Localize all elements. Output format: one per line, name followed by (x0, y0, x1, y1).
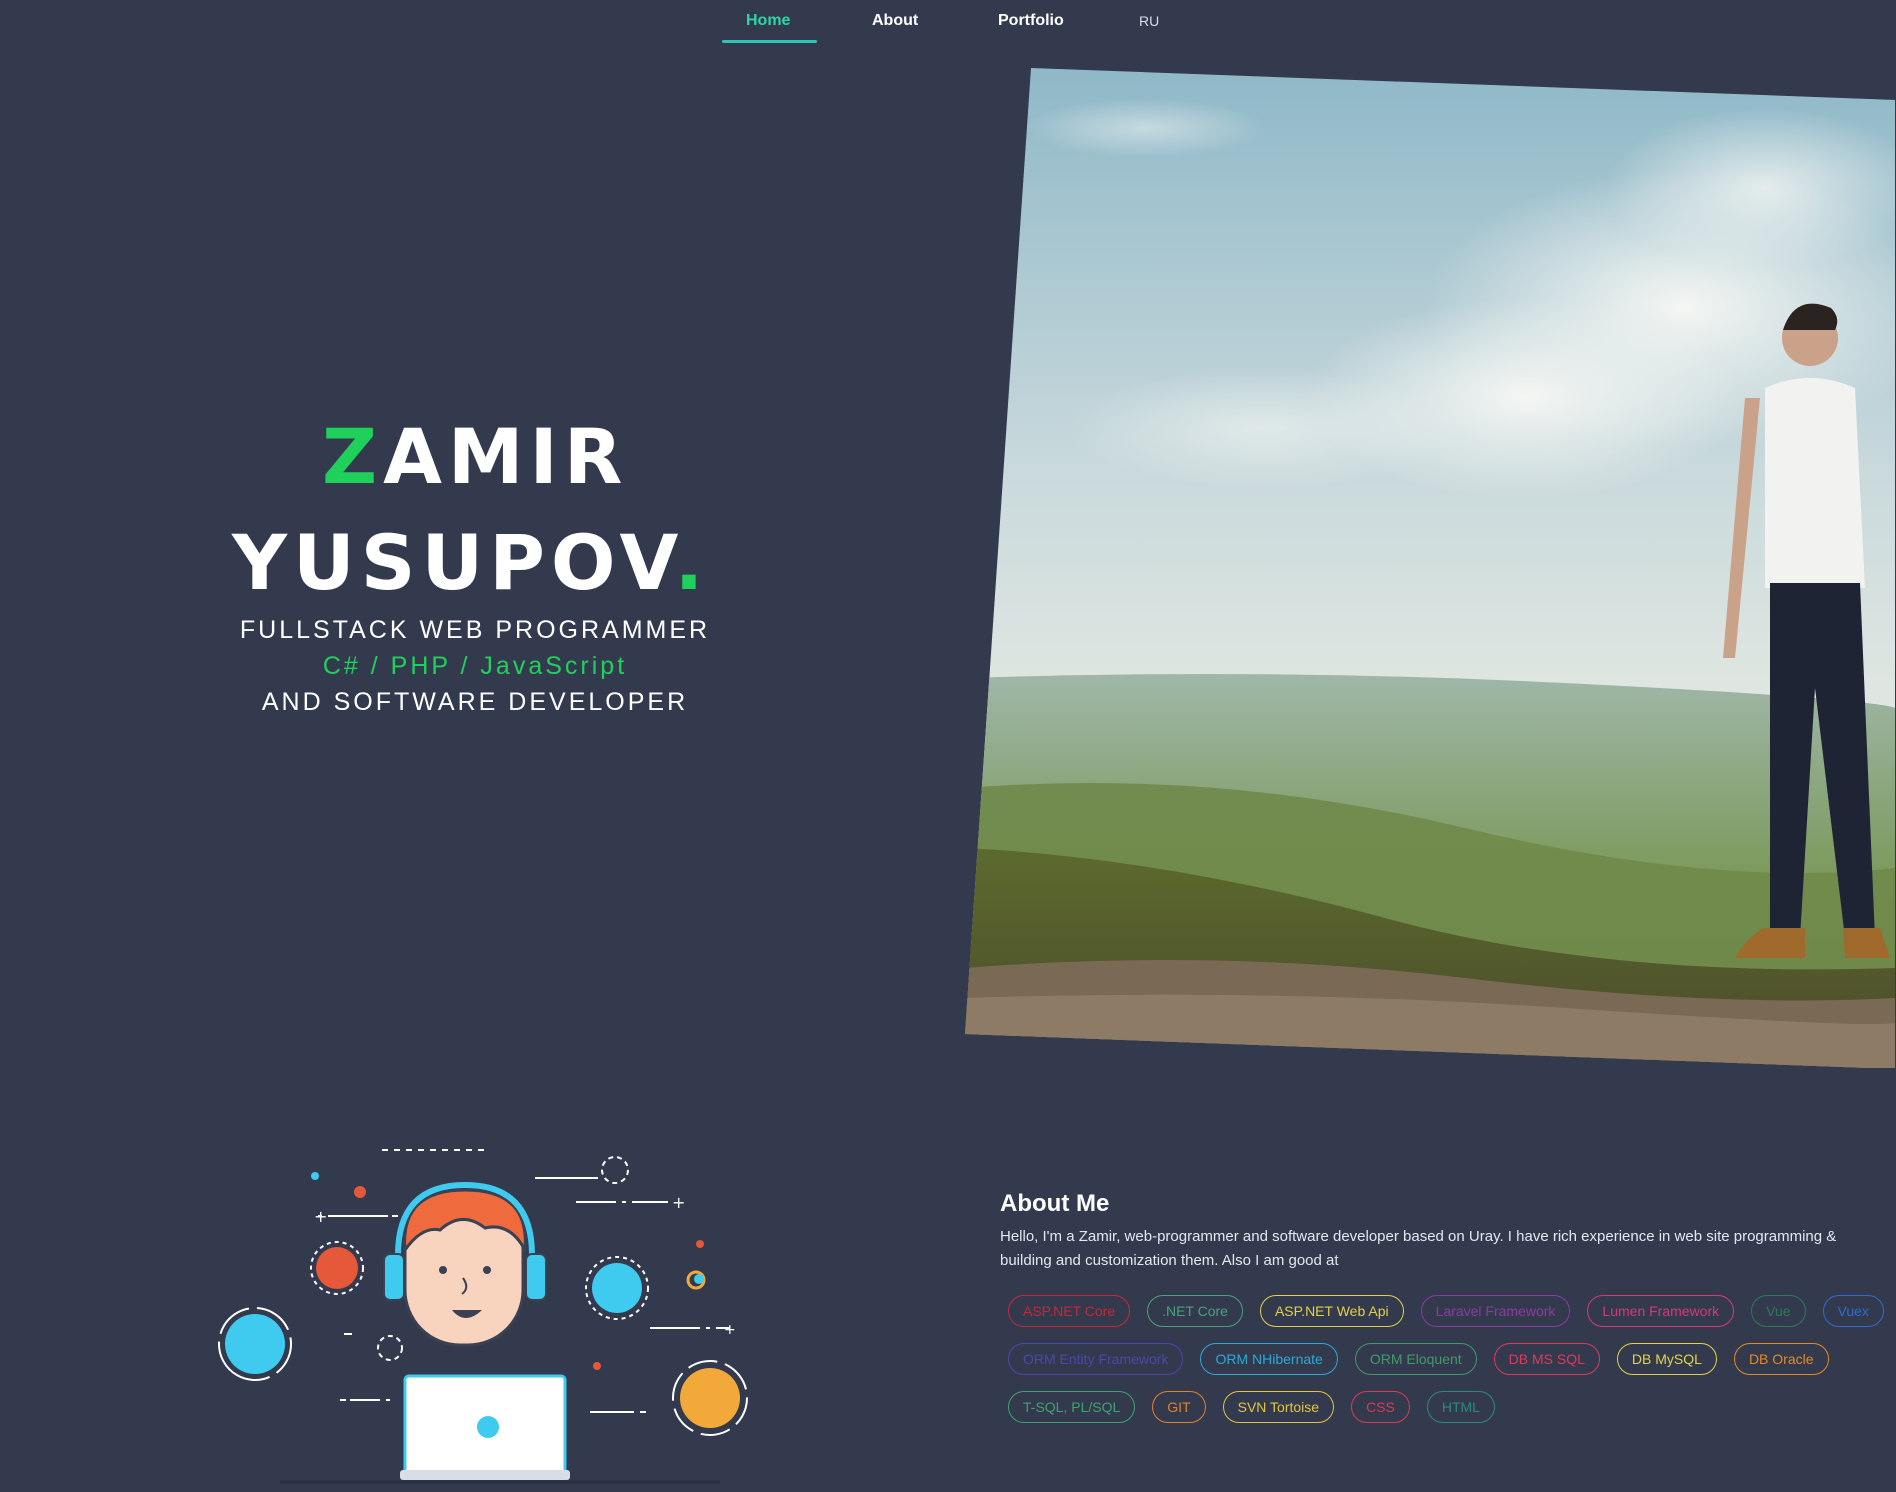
language-switch[interactable]: RU (1139, 13, 1159, 29)
developer-avatar-graphic: + + + (218, 1149, 748, 1484)
svg-text:+: + (314, 1207, 327, 1226)
skill-tag[interactable]: SVN Tortoise (1222, 1391, 1335, 1423)
nav-active-indicator (722, 40, 817, 43)
skill-tag[interactable]: DB MySQL (1616, 1343, 1717, 1375)
skill-tag[interactable]: GIT (1152, 1391, 1206, 1423)
skill-tag[interactable]: Vue (1751, 1295, 1806, 1327)
skill-tag[interactable]: ASP.NET Core (1008, 1295, 1131, 1327)
skill-tag[interactable]: ORM NHibernate (1200, 1343, 1338, 1375)
last-name-text: YUSUPOV (232, 518, 675, 607)
nav-about[interactable]: About (872, 12, 918, 40)
top-nav: Home About Portfolio RU (0, 0, 1896, 50)
skill-tag[interactable]: ORM Eloquent (1354, 1343, 1477, 1375)
skills-row: ORM Entity Framework ORM NHibernate ORM El… (1008, 1343, 1878, 1391)
skills-row: ASP.NET Core .NET Core ASP.NET Web Api Lara… (1008, 1295, 1884, 1343)
hero-first-name: ZAMIR (322, 412, 628, 501)
svg-text:+: + (672, 1193, 685, 1212)
nav-home[interactable]: Home (746, 12, 790, 40)
developer-illustration: + + + (200, 1130, 760, 1492)
first-name-rest: AMIR (383, 412, 629, 501)
svg-text:+: + (724, 1322, 736, 1338)
skill-tag[interactable]: .NET Core (1147, 1295, 1243, 1327)
first-name-initial: Z (322, 412, 384, 501)
hero-photo (965, 68, 1895, 1068)
about-text: Hello, I'm a Zamir, web-programmer and s… (1000, 1228, 1837, 1269)
skill-tag[interactable]: CSS (1351, 1391, 1410, 1423)
last-name-dot: . (674, 518, 710, 607)
page: Home About Portfolio RU ZAMIR YUSUPOV. F… (0, 0, 1896, 1492)
skill-tag[interactable]: HTML (1426, 1391, 1495, 1423)
hero-subtitle-languages: C# / PHP / JavaScript (322, 652, 628, 680)
skill-tag[interactable]: Laravel Framework (1420, 1295, 1571, 1327)
skill-tag[interactable]: ORM Entity Framework (1008, 1343, 1184, 1375)
skill-tag[interactable]: ASP.NET Web Api (1259, 1295, 1404, 1327)
hero-subtitle-line1: FULLSTACK WEB PROGRAMMER (239, 616, 711, 644)
skills-tags: ASP.NET Core .NET Core ASP.NET Web Api Lara… (1008, 1295, 1884, 1439)
skill-tag[interactable]: DB Oracle (1733, 1343, 1829, 1375)
nav-portfolio[interactable]: Portfolio (998, 12, 1064, 40)
skills-row: T-SQL, PL/SQL GIT SVN Tortoise CSS HTML (1008, 1391, 1878, 1439)
hero-subtitle-line3: AND SOFTWARE DEVELOPER (261, 688, 689, 716)
about-title: About Me (1000, 1190, 1110, 1217)
skill-tag[interactable]: Vuex (1822, 1295, 1884, 1327)
hero-last-name: YUSUPOV. (232, 518, 709, 607)
skill-tag[interactable]: DB MS SQL (1493, 1343, 1600, 1375)
skill-tag[interactable]: T-SQL, PL/SQL (1008, 1391, 1136, 1423)
skill-tag[interactable]: Lumen Framework (1587, 1295, 1735, 1327)
landscape-photo (965, 68, 1895, 1068)
